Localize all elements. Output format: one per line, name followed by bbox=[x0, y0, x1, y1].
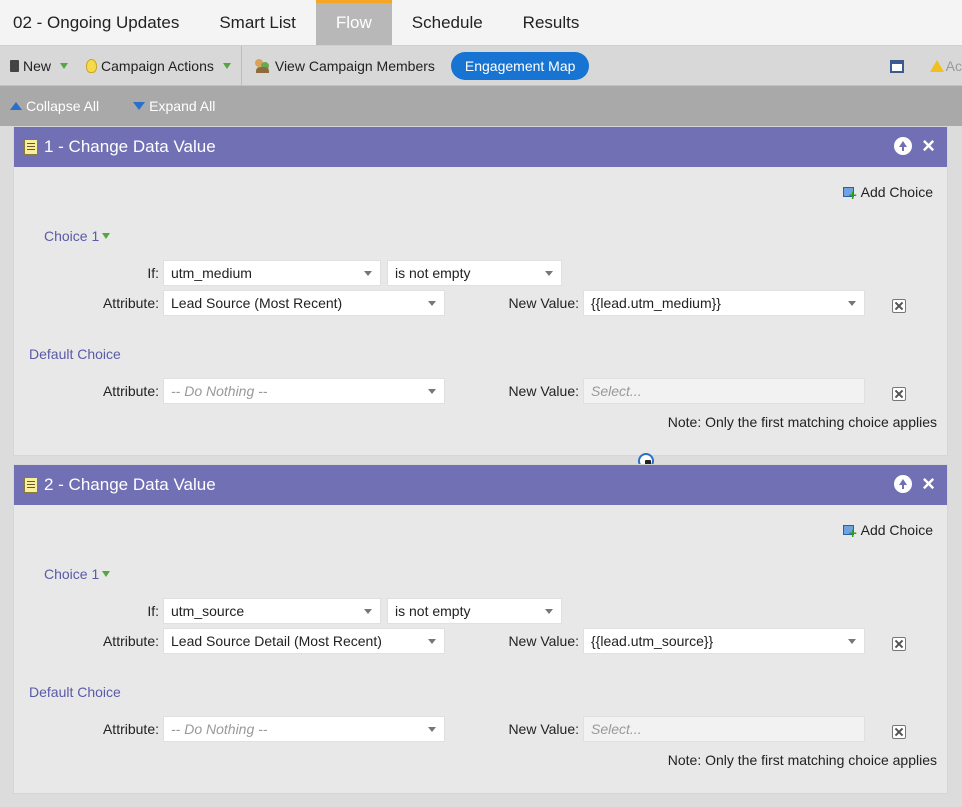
expand-all-button[interactable]: Expand All bbox=[115, 98, 215, 114]
default-choice-label: Default Choice bbox=[29, 346, 121, 362]
step-controls: × bbox=[894, 473, 935, 495]
step-header[interactable]: 1 - Change Data Value × bbox=[14, 127, 947, 167]
choice-note: Note: Only the first matching choice app… bbox=[667, 414, 937, 430]
delete-default-icon[interactable] bbox=[892, 387, 906, 401]
step-title: 2 - Change Data Value bbox=[44, 475, 216, 494]
collapse-icon bbox=[10, 102, 22, 110]
close-icon[interactable]: × bbox=[922, 135, 935, 157]
if-field-select[interactable]: utm_source bbox=[163, 598, 381, 624]
step-controls: × bbox=[894, 135, 935, 157]
toolbar: New Campaign Actions View Campaign Membe… bbox=[0, 45, 962, 86]
warning-icon[interactable] bbox=[929, 60, 944, 72]
dropdown-arrow-icon bbox=[102, 233, 111, 239]
delete-choice-icon[interactable] bbox=[892, 299, 906, 313]
tab-results[interactable]: Results bbox=[503, 0, 600, 45]
attribute-select[interactable]: Lead Source Detail (Most Recent) bbox=[163, 628, 445, 654]
add-choice-icon: + bbox=[842, 522, 859, 540]
new-label: New bbox=[23, 57, 52, 74]
lightbulb-icon bbox=[86, 58, 98, 73]
view-members-label: View Campaign Members bbox=[274, 57, 435, 74]
campaign-actions-label: Campaign Actions bbox=[101, 57, 214, 74]
tab-flow[interactable]: Flow bbox=[315, 0, 392, 45]
delete-default-icon[interactable] bbox=[892, 725, 906, 739]
default-attribute-select[interactable]: -- Do Nothing -- bbox=[163, 716, 445, 742]
collapse-expand-bar: Collapse All Expand All bbox=[0, 86, 962, 126]
new-value-select[interactable]: {{lead.utm_medium}} bbox=[583, 290, 865, 316]
tab-smart-list[interactable]: Smart List bbox=[199, 0, 316, 45]
window-icon[interactable] bbox=[889, 59, 904, 73]
attribute-label: Attribute: bbox=[102, 295, 159, 311]
new-value-label: New Value: bbox=[508, 295, 579, 311]
if-label: If: bbox=[147, 265, 159, 281]
attribute-select[interactable]: Lead Source (Most Recent) bbox=[163, 290, 445, 316]
add-choice-icon: + bbox=[842, 184, 859, 202]
dropdown-arrow-icon bbox=[102, 571, 111, 577]
if-field-select[interactable]: utm_medium bbox=[163, 260, 381, 286]
tab-schedule[interactable]: Schedule bbox=[392, 0, 503, 45]
choice-1-toggle[interactable]: Choice 1 bbox=[44, 228, 111, 244]
step-header[interactable]: 2 - Change Data Value × bbox=[14, 465, 947, 505]
view-campaign-members-button[interactable]: View Campaign Members bbox=[242, 58, 445, 74]
move-up-icon[interactable] bbox=[894, 475, 913, 493]
new-menu-button[interactable]: New bbox=[0, 58, 78, 74]
collapse-all-label: Collapse All bbox=[26, 98, 100, 114]
members-icon bbox=[254, 58, 271, 73]
campaign-actions-button[interactable]: Campaign Actions bbox=[78, 58, 241, 74]
default-new-value-label: New Value: bbox=[508, 383, 579, 399]
engagement-map-button[interactable]: Engagement Map bbox=[450, 51, 590, 80]
add-choice-button[interactable]: + Add Choice bbox=[842, 184, 933, 202]
step-body: + Add Choice Choice 1 If: utm_medium is … bbox=[14, 167, 947, 455]
step-title: 1 - Change Data Value bbox=[44, 137, 216, 156]
change-data-value-icon bbox=[24, 139, 38, 155]
default-choice-label: Default Choice bbox=[29, 684, 121, 700]
toolbar-right: Ac bbox=[889, 46, 962, 86]
choice-note: Note: Only the first matching choice app… bbox=[667, 752, 937, 768]
if-operator-select[interactable]: is not empty bbox=[387, 260, 562, 286]
collapse-all-button[interactable]: Collapse All bbox=[0, 98, 99, 114]
add-choice-button[interactable]: + Add Choice bbox=[842, 522, 933, 540]
new-value-label: New Value: bbox=[508, 633, 579, 649]
default-attribute-label: Attribute: bbox=[102, 721, 159, 737]
dropdown-arrow-icon bbox=[222, 62, 231, 69]
choice-label: Choice 1 bbox=[44, 566, 100, 582]
attribute-label: Attribute: bbox=[102, 633, 159, 649]
if-operator-select[interactable]: is not empty bbox=[387, 598, 562, 624]
default-attribute-label: Attribute: bbox=[102, 383, 159, 399]
change-data-value-icon bbox=[24, 477, 38, 493]
if-label: If: bbox=[147, 603, 159, 619]
add-choice-label: Add Choice bbox=[860, 522, 933, 538]
default-new-value-select[interactable]: Select... bbox=[583, 716, 865, 742]
new-value-select[interactable]: {{lead.utm_source}} bbox=[583, 628, 865, 654]
close-icon[interactable]: × bbox=[922, 473, 935, 495]
choice-1-toggle[interactable]: Choice 1 bbox=[44, 566, 111, 582]
tab-campaign-name[interactable]: 02 - Ongoing Updates bbox=[0, 0, 199, 45]
choice-label: Choice 1 bbox=[44, 228, 100, 244]
flow-step-2: 2 - Change Data Value × + Add Choice Cho… bbox=[13, 464, 948, 794]
step-body: + Add Choice Choice 1 If: utm_source is … bbox=[14, 505, 947, 793]
dropdown-arrow-icon bbox=[60, 62, 69, 69]
default-attribute-select[interactable]: -- Do Nothing -- bbox=[163, 378, 445, 404]
expand-all-label: Expand All bbox=[149, 98, 216, 114]
move-up-icon[interactable] bbox=[894, 137, 913, 155]
default-new-value-select[interactable]: Select... bbox=[583, 378, 865, 404]
toolbar-clipped-label[interactable]: Ac bbox=[946, 58, 962, 74]
delete-choice-icon[interactable] bbox=[892, 637, 906, 651]
default-new-value-label: New Value: bbox=[508, 721, 579, 737]
tab-bar: 02 - Ongoing Updates Smart List Flow Sch… bbox=[0, 0, 962, 46]
flow-step-1: 1 - Change Data Value × + Add Choice Cho… bbox=[13, 126, 948, 456]
new-doc-icon bbox=[10, 59, 19, 72]
add-choice-label: Add Choice bbox=[860, 184, 933, 200]
expand-icon bbox=[133, 102, 146, 110]
